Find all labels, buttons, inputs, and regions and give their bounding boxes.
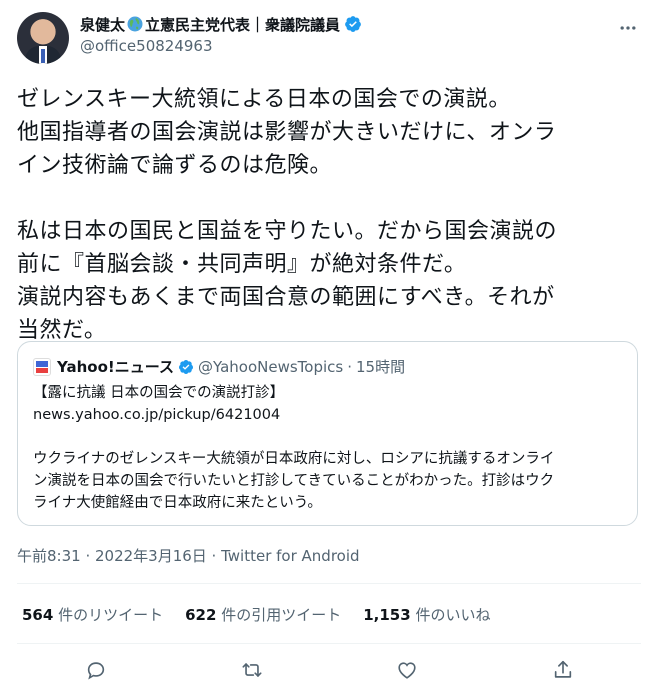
retweet-button[interactable] — [237, 655, 267, 685]
likes-label: 件のいいね — [415, 606, 491, 624]
retweets-label: 件のリツイート — [58, 606, 164, 624]
quotes-stat[interactable]: 622 件の引用ツイート — [185, 604, 341, 625]
tweet: 泉健太 立憲民主党代表｜衆議院議員 @office50824963 ゼレンスキー… — [0, 0, 658, 697]
quoted-author-name: Yahoo!ニュース — [57, 358, 174, 376]
quotes-count: 622 — [185, 606, 217, 624]
verified-badge-icon — [345, 16, 361, 32]
quoted-tweet-time: 15時間 — [356, 358, 406, 376]
tweet-stats: 564 件のリツイート 622 件の引用ツイート 1,153 件のいいね — [22, 604, 490, 625]
quotes-label: 件の引用ツイート — [221, 606, 342, 624]
display-name-title[interactable]: 立憲民主党代表｜衆議院議員 — [145, 14, 340, 35]
like-button[interactable] — [392, 655, 422, 685]
divider — [17, 583, 641, 584]
more-options-button[interactable] — [616, 16, 640, 40]
tweet-text: ゼレンスキー大統領による日本の国会での演説。 他国指導者の国会演説は影響が大きい… — [17, 87, 558, 343]
globe-icon — [127, 16, 143, 32]
action-bar — [0, 655, 658, 685]
likes-count: 1,153 — [363, 606, 411, 624]
quoted-tweet-text: 【露に抗議 日本の国会での演説打診】 news.yahoo.co.jp/pick… — [33, 385, 555, 511]
avatar[interactable] — [17, 12, 69, 64]
quoted-tweet-header: Yahoo!ニュース @YahooNewsTopics · 15時間 — [33, 356, 405, 377]
verified-badge-icon — [178, 359, 193, 374]
reply-icon — [87, 662, 105, 680]
more-icon — [620, 26, 636, 30]
reply-button[interactable] — [81, 655, 111, 685]
share-icon — [554, 660, 572, 678]
divider — [17, 643, 641, 644]
yahoo-news-logo-icon — [33, 357, 51, 376]
author-handle[interactable]: @office50824963 — [80, 37, 213, 55]
author-name-row[interactable]: 泉健太 立憲民主党代表｜衆議院議員 — [80, 13, 362, 35]
retweets-stat[interactable]: 564 件のリツイート — [22, 604, 163, 625]
separator-dot: · — [347, 357, 353, 376]
quoted-author-handle: @YahooNewsTopics — [198, 357, 344, 376]
likes-stat[interactable]: 1,153 件のいいね — [363, 604, 490, 625]
tweet-timestamp[interactable]: 午前8:31 · 2022年3月16日 · Twitter for Androi… — [17, 545, 360, 566]
heart-icon — [398, 662, 416, 679]
share-button[interactable] — [548, 655, 578, 685]
display-name[interactable]: 泉健太 — [80, 14, 125, 35]
quoted-tweet[interactable]: Yahoo!ニュース @YahooNewsTopics · 15時間 【露に抗議… — [17, 341, 638, 526]
retweets-count: 564 — [22, 606, 54, 624]
retweet-icon — [242, 663, 262, 677]
